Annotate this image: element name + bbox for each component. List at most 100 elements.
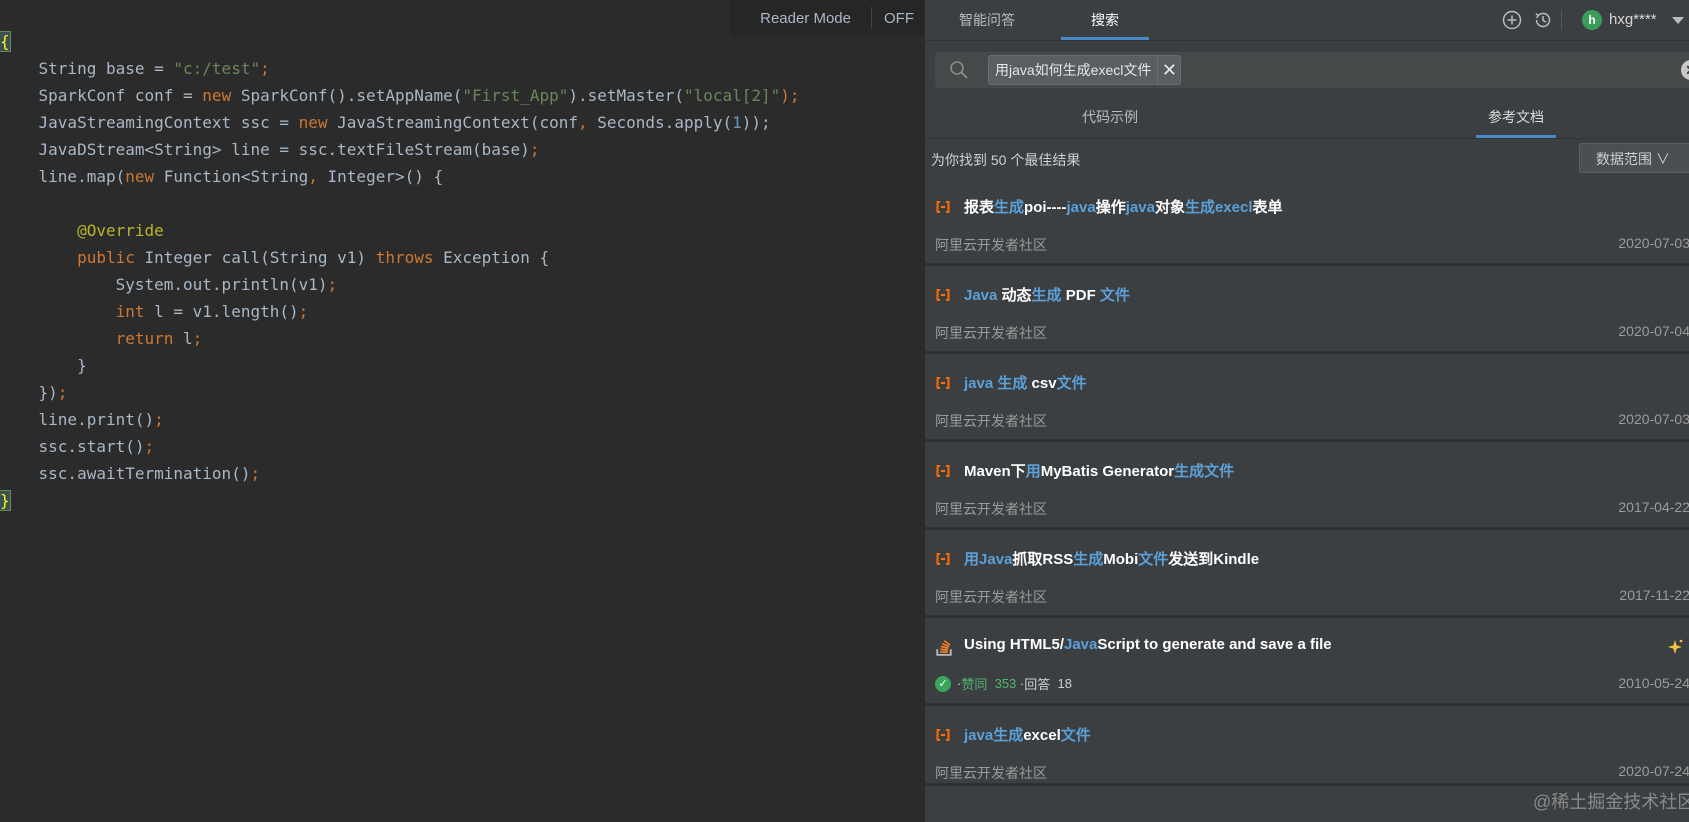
result-card[interactable]: java 生成 csv文件 阿里云开发者社区 2020-07-03: [925, 354, 1689, 442]
tab-search[interactable]: 搜索: [1061, 0, 1149, 40]
result-type-tabs: 代码示例 参考文档: [925, 96, 1689, 139]
code-content[interactable]: { String base = "c:/test"; SparkConf con…: [0, 28, 800, 514]
code-line[interactable]: line.print();: [0, 406, 800, 433]
result-title-highlight: 文件: [1056, 375, 1087, 392]
code-line[interactable]: JavaStreamingContext ssc = new JavaStrea…: [0, 109, 800, 136]
result-source: 阿里云开发者社区: [935, 237, 1047, 253]
search-input[interactable]: 用java如何生成execl文件 ✕ ✕: [935, 52, 1689, 88]
sparkle-icon[interactable]: [1666, 638, 1684, 656]
code-line[interactable]: ssc.start();: [0, 433, 800, 460]
result-title-highlight: execl: [1214, 199, 1253, 216]
result-list: 报表生成poi----java操作java对象生成execl表单 阿里云开发者社区…: [925, 178, 1689, 786]
result-title-highlight: java: [964, 727, 994, 744]
tab-reference-docs[interactable]: 参考文档: [1476, 96, 1556, 138]
code-token: );: [780, 86, 800, 105]
data-range-dropdown[interactable]: 数据范围 ∨: [1579, 143, 1689, 173]
add-circle-icon[interactable]: [1502, 10, 1522, 30]
result-title-highlight: 文件: [1060, 727, 1091, 744]
code-line[interactable]: int l = v1.length();: [0, 298, 800, 325]
tab-code-examples-label: 代码示例: [1082, 109, 1138, 125]
code-token: throws: [375, 248, 444, 267]
result-date: 2020-07-03: [1618, 411, 1689, 427]
result-card[interactable]: 报表生成poi----java操作java对象生成execl表单 阿里云开发者社区…: [925, 178, 1689, 266]
result-title[interactable]: java生成excel文件: [964, 724, 1091, 745]
tab-active-underline: [1061, 37, 1149, 40]
result-title-highlight: 生成: [994, 199, 1025, 216]
result-card[interactable]: Java 动态生成 PDF 文件 阿里云开发者社区 2020-07-04: [925, 266, 1689, 354]
reader-mode-button[interactable]: Reader Mode: [730, 10, 871, 27]
code-token: JavaStreamingContext(conf: [337, 113, 578, 132]
answers-count: 18: [1057, 676, 1072, 691]
code-editor[interactable]: Reader Mode OFF { String base = "c:/test…: [0, 0, 924, 822]
result-title-highlight: 生成: [1073, 551, 1104, 568]
result-title[interactable]: Maven下用MyBatis Generator生成文件: [964, 460, 1234, 481]
code-line[interactable]: }: [0, 352, 800, 379]
code-token: SparkConf conf =: [0, 86, 203, 105]
code-line[interactable]: }: [0, 487, 800, 514]
tab-code-examples[interactable]: 代码示例: [1065, 96, 1155, 138]
result-title[interactable]: 用Java抓取RSS生成Mobi文件发送到Kindle: [964, 548, 1259, 569]
stackoverflow-icon: [936, 640, 952, 656]
code-token: Function<String: [163, 167, 309, 186]
result-date: 2020-07-03: [1618, 235, 1689, 251]
clear-search-icon[interactable]: ✕: [1681, 60, 1689, 80]
code-line[interactable]: String base = "c:/test";: [0, 55, 800, 82]
code-token: @Override: [0, 221, 164, 240]
code-line[interactable]: public Integer call(String v1) throws Ex…: [0, 244, 800, 271]
reader-mode-toggle[interactable]: OFF: [872, 10, 924, 27]
result-title-highlight: java: [1066, 199, 1096, 216]
result-title-text: Script to generate and save a file: [1097, 636, 1332, 653]
result-title-highlight: Java: [1064, 636, 1098, 653]
result-title-text: csv: [1027, 375, 1057, 392]
search-query-text: 用java如何生成execl文件: [995, 62, 1152, 78]
code-token: ;: [144, 437, 155, 456]
code-line[interactable]: line.map(new Function<String, Integer>()…: [0, 163, 800, 190]
result-title-text: poi----: [1024, 199, 1067, 216]
result-title-text: 报表: [964, 199, 995, 216]
history-icon[interactable]: [1533, 10, 1553, 30]
code-line[interactable]: return l;: [0, 325, 800, 352]
result-source: 阿里云开发者社区: [935, 325, 1047, 341]
header-divider: [1561, 10, 1562, 30]
code-token: ).setMaster(: [568, 86, 684, 105]
result-title-highlight: Java: [964, 287, 998, 304]
code-token: "c:/test": [173, 59, 261, 78]
result-card[interactable]: java生成excel文件 阿里云开发者社区 2020-07-24: [925, 706, 1689, 786]
result-title[interactable]: 报表生成poi----java操作java对象生成execl表单: [964, 196, 1283, 217]
result-card[interactable]: Using HTML5/JavaScript to generate and s…: [925, 618, 1689, 706]
close-icon[interactable]: ✕: [1157, 56, 1180, 84]
result-title[interactable]: java 生成 csv文件: [964, 372, 1087, 393]
code-line[interactable]: JavaDStream<String> line = ssc.textFileS…: [0, 136, 800, 163]
code-line[interactable]: @Override: [0, 217, 800, 244]
code-line[interactable]: ssc.awaitTermination();: [0, 460, 800, 487]
result-date: 2017-11-22: [1619, 587, 1689, 603]
code-token: return: [115, 329, 184, 348]
code-token: }: [0, 490, 11, 511]
search-query-chip[interactable]: 用java如何生成execl文件 ✕: [988, 55, 1182, 85]
result-title-text: 发送到Kindle: [1168, 551, 1260, 568]
code-line[interactable]: {: [0, 28, 800, 55]
result-card[interactable]: Maven下用MyBatis Generator生成文件 阿里云开发者社区 2017…: [925, 442, 1689, 530]
username[interactable]: hxg****: [1609, 0, 1657, 40]
result-card[interactable]: 用Java抓取RSS生成Mobi文件发送到Kindle 阿里云开发者社区 2017-…: [925, 530, 1689, 618]
check-icon: ✓: [935, 675, 951, 692]
tab-smart-qa[interactable]: 智能问答: [947, 0, 1027, 40]
result-title-highlight: Java: [979, 551, 1013, 568]
code-line[interactable]: });: [0, 379, 800, 406]
avatar[interactable]: h: [1582, 10, 1602, 30]
code-line[interactable]: System.out.println(v1);: [0, 271, 800, 298]
code-line[interactable]: [0, 190, 800, 217]
code-token: ;: [192, 329, 203, 348]
result-title[interactable]: Java 动态生成 PDF 文件: [964, 284, 1130, 305]
result-title-highlight: 生成: [1174, 463, 1205, 480]
code-token: "local[2]": [683, 86, 781, 105]
result-source: 阿里云开发者社区: [935, 589, 1047, 605]
chevron-down-icon[interactable]: [1672, 17, 1684, 24]
aliyun-icon: [936, 201, 950, 213]
result-title-highlight: 生成: [1031, 287, 1062, 304]
result-title-text: MyBatis Generator: [1040, 463, 1175, 480]
result-title[interactable]: Using HTML5/JavaScript to generate and s…: [964, 636, 1332, 653]
code-line[interactable]: SparkConf conf = new SparkConf().setAppN…: [0, 82, 800, 109]
code-token: Exception {: [443, 248, 550, 267]
code-token: Seconds.apply(: [597, 113, 733, 132]
